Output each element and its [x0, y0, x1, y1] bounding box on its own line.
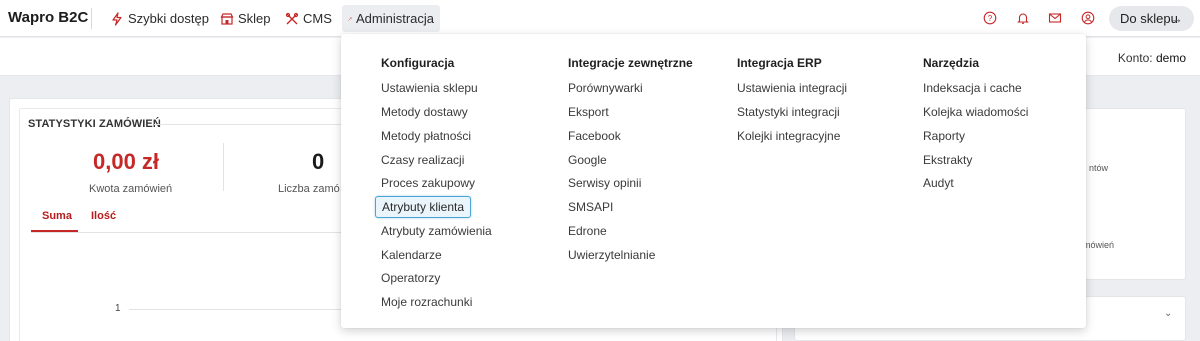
- nav-label: CMS: [303, 11, 332, 26]
- menu-item[interactable]: SMSAPI: [568, 200, 613, 214]
- menu-item[interactable]: Statystyki integracji: [737, 105, 840, 119]
- menu-item[interactable]: Edrone: [568, 224, 607, 238]
- store-icon: [220, 12, 234, 25]
- menu-item[interactable]: Ustawienia integracji: [737, 81, 847, 95]
- nav-szybki-dostep[interactable]: Szybki dostęp: [104, 5, 215, 32]
- menu-item[interactable]: Czasy realizacji: [381, 153, 464, 167]
- menu-item[interactable]: Operatorzy: [381, 271, 440, 285]
- administration-mega-menu: Konfiguracja Ustawienia sklepu Metody do…: [341, 34, 1086, 328]
- menu-item[interactable]: Indeksacja i cache: [923, 81, 1022, 95]
- brand-divider: [91, 8, 92, 29]
- nav-label: Szybki dostęp: [128, 11, 209, 26]
- menu-column-title: Integracja ERP: [737, 56, 822, 70]
- nav-sklep[interactable]: Sklep: [214, 5, 277, 32]
- account-value: demo: [1155, 51, 1186, 65]
- go-to-shop-button[interactable]: Do sklepu →: [1109, 6, 1194, 31]
- menu-item[interactable]: Moje rozrachunki: [381, 295, 472, 309]
- menu-item[interactable]: Google: [568, 153, 607, 167]
- lightning-icon: [112, 11, 122, 26]
- bell-icon[interactable]: [1016, 11, 1030, 25]
- tools-icon: [285, 12, 299, 24]
- account-info: Konto: demo: [1118, 51, 1186, 65]
- tab-ilosc[interactable]: Ilość: [91, 210, 116, 222]
- nav-label: Administracja: [355, 11, 434, 26]
- menu-item[interactable]: Serwisy opinii: [568, 176, 641, 190]
- title-rule: [154, 124, 354, 125]
- menu-item[interactable]: Metody dostawy: [381, 105, 468, 119]
- menu-item[interactable]: Porównywarki: [568, 81, 643, 95]
- svg-text:?: ?: [988, 14, 993, 23]
- chart-y-tick: 1: [115, 303, 121, 314]
- right-panel-text: ntów: [1089, 163, 1109, 173]
- tab-suma[interactable]: Suma: [42, 210, 72, 222]
- menu-item[interactable]: Kolejki integracyjne: [737, 129, 840, 143]
- chevron-down-icon[interactable]: ⌄: [1164, 308, 1172, 319]
- nav-administracja[interactable]: Administracja: [342, 5, 440, 32]
- menu-item[interactable]: Atrybuty zamówienia: [381, 224, 492, 238]
- mail-icon[interactable]: [1048, 11, 1062, 25]
- order-amount-value: 0,00 zł: [93, 149, 160, 174]
- menu-item[interactable]: Kalendarze: [381, 248, 442, 262]
- top-navbar: Wapro B2C Szybki dostęp Sklep CMS Admini…: [0, 0, 1200, 37]
- account-label: Konto:: [1117, 51, 1153, 65]
- menu-item[interactable]: Eksport: [568, 105, 609, 119]
- menu-item[interactable]: Uwierzytelnianie: [568, 248, 655, 262]
- menu-item[interactable]: Kolejka wiadomości: [923, 105, 1028, 119]
- menu-item[interactable]: Metody płatności: [381, 129, 471, 143]
- order-count-label: Liczba zamó: [278, 183, 340, 195]
- menu-item[interactable]: Ekstrakty: [923, 153, 972, 167]
- menu-column-title: Narzędzia: [923, 56, 980, 70]
- order-amount-label: Kwota zamówień: [89, 183, 173, 195]
- tabs-baseline: [31, 232, 351, 233]
- menu-item[interactable]: Proces zakupowy: [381, 176, 475, 190]
- nav-label: Sklep: [238, 11, 271, 26]
- order-stats-title: STATYSTYKI ZAMÓWIEŃ: [28, 118, 161, 130]
- order-count-value: 0: [312, 149, 325, 174]
- menu-item[interactable]: Facebook: [568, 129, 621, 143]
- right-panel-text: mówień: [1083, 240, 1115, 250]
- help-icon[interactable]: ?: [983, 11, 997, 25]
- menu-item[interactable]: Ustawienia sklepu: [381, 81, 478, 95]
- stat-divider: [223, 143, 224, 191]
- wrench-icon: [348, 16, 352, 21]
- nav-cms[interactable]: CMS: [279, 5, 338, 32]
- menu-column-title: Integracje zewnętrzne: [568, 56, 693, 70]
- brand-logo[interactable]: Wapro B2C: [8, 9, 88, 26]
- menu-item[interactable]: Audyt: [923, 176, 954, 190]
- arrow-right-icon: →: [1170, 11, 1183, 26]
- chart-grid-line: [129, 309, 349, 310]
- user-icon[interactable]: [1081, 11, 1095, 25]
- menu-item-highlighted[interactable]: Atrybuty klienta: [375, 196, 472, 218]
- menu-item[interactable]: Raporty: [923, 129, 965, 143]
- menu-column-title: Konfiguracja: [381, 56, 455, 70]
